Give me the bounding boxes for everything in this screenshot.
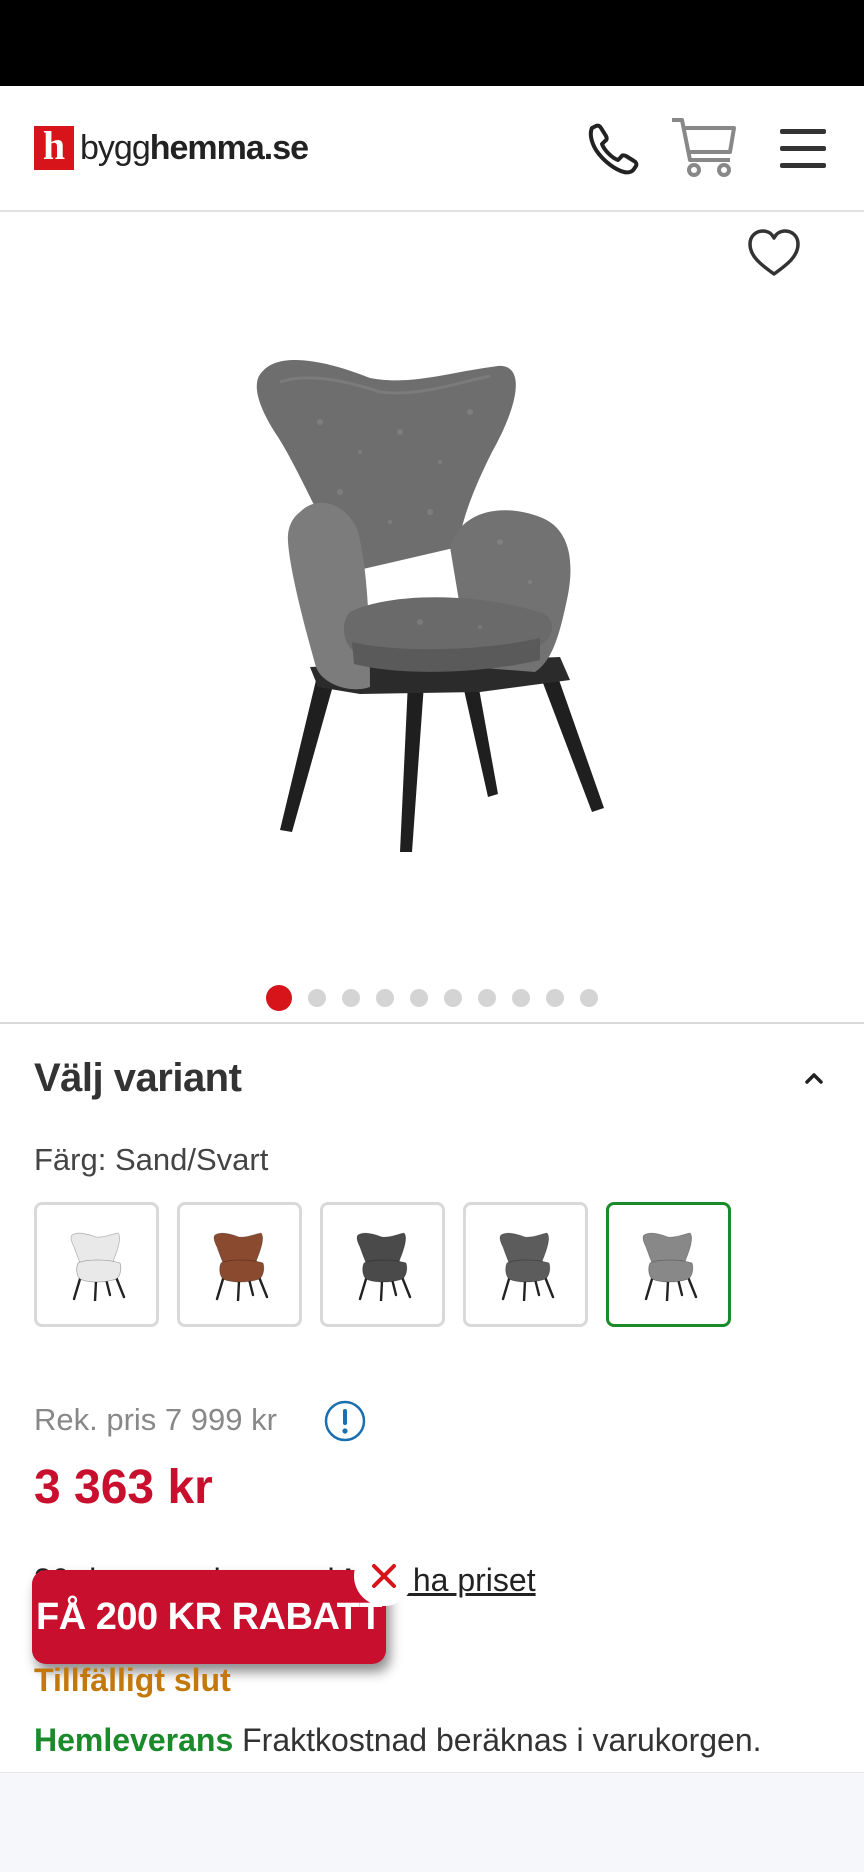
gallery-dot[interactable] (308, 989, 326, 1007)
color-label: Färg: Sand/Svart (34, 1142, 269, 1177)
close-icon (372, 1564, 396, 1588)
gallery-dot[interactable] (444, 989, 462, 1007)
gallery-pagination (0, 985, 864, 1011)
promo-label: FÅ 200 KR RABATT (36, 1595, 383, 1638)
gallery-dot[interactable] (478, 989, 496, 1007)
promo-close-button[interactable] (354, 1546, 414, 1606)
delivery-text: Fraktkostnad beräknas i varukorgen. (233, 1722, 762, 1758)
stock-status: Tillfälligt slut (34, 1662, 231, 1698)
variant-swatch[interactable] (34, 1202, 159, 1327)
variant-swatch[interactable] (463, 1202, 588, 1327)
gallery-dot[interactable] (580, 989, 598, 1007)
status-bar (0, 0, 864, 86)
discount-promo-button[interactable]: FÅ 200 KR RABATT (32, 1570, 386, 1664)
recommended-price: Rek. pris 7 999 kr (34, 1402, 277, 1437)
bottom-bar (0, 1772, 864, 1872)
variant-thumbnail (642, 1232, 697, 1301)
info-icon[interactable] (324, 1400, 366, 1442)
delivery-info: Hemleverans Fraktkostnad beräknas i varu… (34, 1722, 762, 1759)
logo-mark: h (34, 126, 74, 170)
gallery-dot[interactable] (376, 989, 394, 1007)
product-gallery[interactable] (0, 212, 864, 1024)
product-image (256, 359, 604, 852)
gallery-dot[interactable] (342, 989, 360, 1007)
variant-swatch[interactable] (606, 1202, 731, 1327)
variant-swatch[interactable] (320, 1202, 445, 1327)
variant-thumbnail (499, 1232, 554, 1301)
site-header: h bygghemma.se (0, 86, 864, 212)
cart-icon[interactable] (668, 114, 738, 184)
variant-section-title[interactable]: Välj variant (34, 1056, 242, 1101)
logo-prefix: bygg (80, 128, 151, 167)
variant-thumbnail (213, 1232, 268, 1301)
delivery-label: Hemleverans (34, 1722, 234, 1758)
gallery-dot[interactable] (546, 989, 564, 1007)
current-price: 3 363 kr (34, 1461, 213, 1514)
logo-suffix: hemma.se (149, 128, 309, 167)
phone-icon[interactable] (578, 114, 648, 184)
variant-swatches (34, 1202, 749, 1327)
chevron-up-icon[interactable] (802, 1066, 826, 1090)
gallery-dot[interactable] (266, 985, 292, 1011)
heart-icon[interactable] (746, 226, 802, 282)
hamburger-menu-icon[interactable] (770, 114, 840, 184)
variant-thumbnail (356, 1232, 411, 1301)
logo-text: bygghemma.se (80, 128, 309, 168)
variant-swatch[interactable] (177, 1202, 302, 1327)
site-logo[interactable]: h bygghemma.se (34, 126, 309, 170)
gallery-dot[interactable] (410, 989, 428, 1007)
gallery-dot[interactable] (512, 989, 530, 1007)
variant-thumbnail (70, 1232, 125, 1301)
